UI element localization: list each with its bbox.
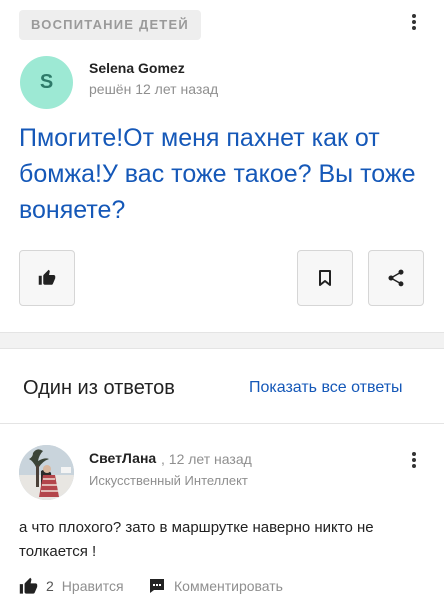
question-title: Пмогите!От меня пахнет как от бомжа!У ва… [19, 124, 416, 224]
question-card: ВОСПИТАНИЕ ДЕТЕЙ S Selena Gomez решён 12… [0, 0, 444, 333]
thumbs-up-icon [38, 269, 56, 285]
bookmark-button[interactable] [297, 250, 353, 306]
like-label: Нравится [61, 578, 124, 594]
answer-time: , 12 лет назад [161, 451, 252, 467]
comment-icon [150, 579, 164, 593]
like-button[interactable] [19, 250, 75, 306]
show-all-answers-link[interactable]: Показать все ответы [249, 379, 403, 397]
comment-button[interactable]: Комментировать [148, 576, 283, 596]
share-icon [388, 269, 404, 287]
avatar-photo-image [19, 445, 74, 500]
avatar[interactable]: S [20, 56, 73, 109]
category-badge[interactable]: ВОСПИТАНИЕ ДЕТЕЙ [19, 10, 201, 40]
answers-heading: Один из ответов [23, 377, 175, 399]
like-count: 2 [46, 578, 54, 594]
thumbs-up-icon [19, 577, 38, 594]
bookmark-icon [319, 270, 331, 286]
answer-author-name[interactable]: СветЛана [89, 450, 156, 466]
answer-text: а что плохого? зато в маршрутке наверно … [19, 519, 374, 560]
more-vertical-icon[interactable] [404, 11, 424, 33]
author-name[interactable]: Selena Gomez [89, 60, 185, 76]
answers-card: Один из ответов Показать все ответы Свет… [0, 348, 444, 604]
share-button[interactable] [368, 250, 424, 306]
question-meta: решён 12 лет назад [89, 81, 219, 97]
answer-like-button[interactable]: 2 Нравится [19, 576, 124, 596]
answer-author-rank: Искусственный Интеллект [89, 473, 248, 488]
avatar[interactable] [19, 445, 74, 500]
more-vertical-icon[interactable] [404, 449, 424, 471]
divider [0, 423, 444, 424]
comment-label: Комментировать [174, 578, 283, 594]
